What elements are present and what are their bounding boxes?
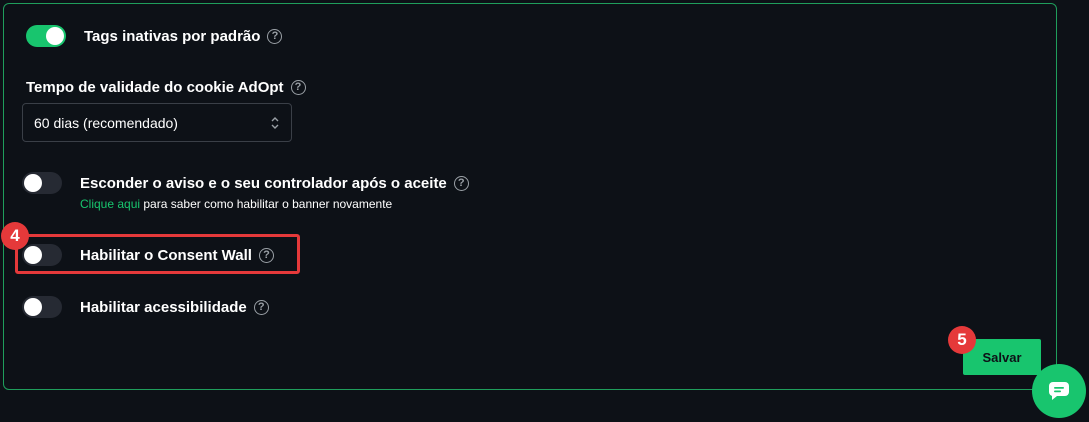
tags-inactive-row: Tags inativas por padrão ? (26, 25, 283, 47)
cookie-validity-label: Tempo de validade do cookie AdOpt (26, 79, 284, 96)
toggle-knob (24, 174, 42, 192)
hide-notice-toggle[interactable] (22, 172, 62, 194)
step-4-badge: 4 (1, 222, 29, 250)
help-icon[interactable]: ? (253, 299, 269, 315)
accessibility-label: Habilitar acessibilidade (80, 298, 247, 316)
toggle-knob (24, 298, 42, 316)
help-icon[interactable]: ? (453, 175, 469, 191)
settings-panel: Tags inativas por padrão ? Tempo de vali… (3, 3, 1057, 390)
consent-wall-highlight (15, 234, 300, 274)
click-here-link[interactable]: Clique aqui (80, 197, 140, 211)
cookie-validity-value: 60 dias (recomendado) (34, 114, 178, 131)
step-5-badge: 5 (948, 326, 976, 354)
accessibility-row: Habilitar acessibilidade ? (22, 296, 269, 318)
hint-text: para saber como habilitar o banner novam… (140, 197, 393, 211)
hide-notice-hint: Clique aqui para saber como habilitar o … (80, 197, 392, 211)
sort-arrows-icon (271, 117, 279, 129)
hide-notice-row: Esconder o aviso e o seu controlador apó… (22, 172, 469, 194)
hide-notice-label: Esconder o aviso e o seu controlador apó… (80, 174, 447, 192)
tags-inactive-label: Tags inativas por padrão (84, 27, 261, 45)
toggle-knob (46, 27, 64, 45)
cookie-validity-title: Tempo de validade do cookie AdOpt ? (26, 79, 306, 96)
cookie-validity-select[interactable]: 60 dias (recomendado) (22, 103, 292, 142)
tags-inactive-toggle[interactable] (26, 25, 66, 47)
chat-button[interactable] (1032, 364, 1086, 418)
chat-bubble-icon (1049, 382, 1069, 400)
help-icon[interactable]: ? (290, 80, 306, 95)
accessibility-toggle[interactable] (22, 296, 62, 318)
help-icon[interactable]: ? (267, 28, 283, 44)
